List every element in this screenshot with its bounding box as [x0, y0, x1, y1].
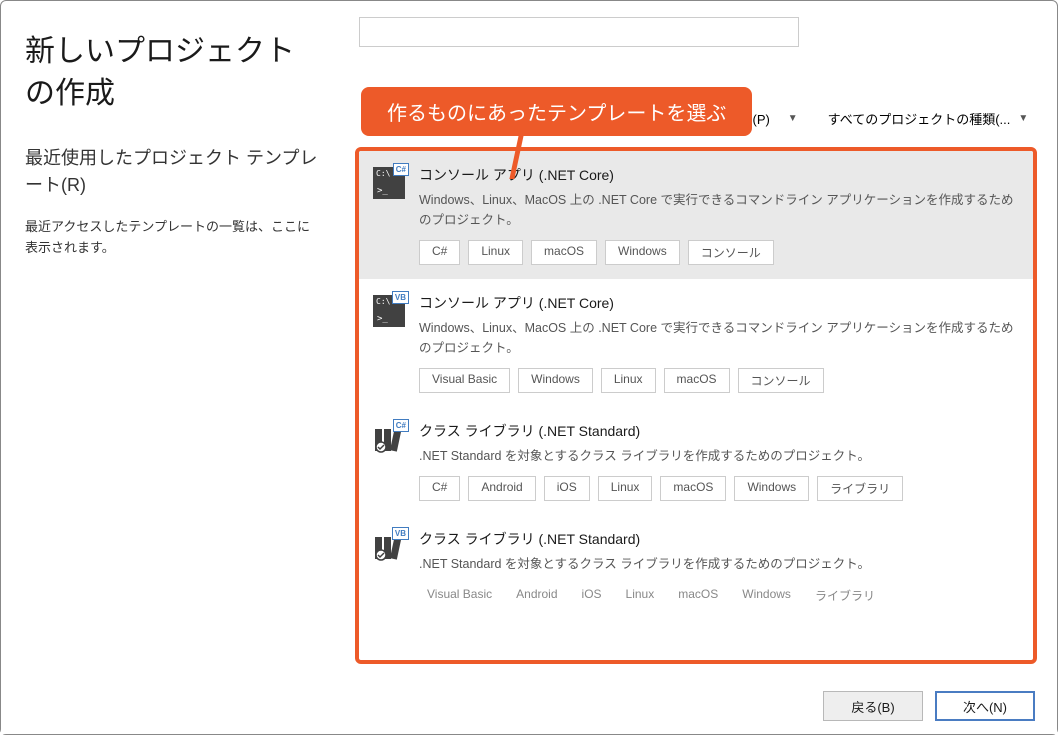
template-tag: C# — [419, 476, 460, 501]
template-tags: Visual Basic Android iOS Linux macOS Windows ラ… — [419, 584, 1015, 607]
back-button[interactable]: 戻る(B) — [823, 691, 923, 721]
template-tag: Windows — [518, 368, 593, 393]
next-button[interactable]: 次へ(N) — [935, 691, 1035, 721]
template-tag: Visual Basic — [419, 368, 510, 393]
template-item[interactable]: C# コンソール アプリ (.NET Core) Windows、Linux、Mac… — [359, 151, 1033, 279]
annotation-highlight-box: C# コンソール アプリ (.NET Core) Windows、Linux、Mac… — [355, 147, 1037, 664]
template-tag: macOS — [664, 368, 730, 393]
language-badge: VB — [392, 291, 409, 304]
template-item[interactable]: VB コンソール アプリ (.NET Core) Windows、Linux、Mac… — [359, 279, 1033, 407]
template-description: Windows、Linux、MacOS 上の .NET Core で実行できるコ… — [419, 190, 1015, 230]
template-list[interactable]: C# コンソール アプリ (.NET Core) Windows、Linux、Mac… — [359, 151, 1033, 660]
template-tag: Windows — [605, 240, 680, 265]
template-tag: iOS — [544, 476, 590, 501]
template-tag: C# — [419, 240, 460, 265]
console-app-icon: VB — [373, 295, 405, 327]
template-item[interactable]: C# クラス ライブラリ (.NET Standard) .NET Standard… — [359, 407, 1033, 515]
template-tag: Android — [468, 476, 535, 501]
template-tag: ライブラリ — [817, 476, 903, 501]
template-title: コンソール アプリ (.NET Core) — [419, 293, 1015, 313]
recent-templates-heading: 最近使用したプロジェクト テンプレート(R) — [25, 145, 321, 199]
project-type-filter-dropdown[interactable]: すべてのプロジェクトの種類(... ▼ — [818, 103, 1037, 133]
template-description: Windows、Linux、MacOS 上の .NET Core で実行できるコ… — [419, 318, 1015, 358]
template-body: クラス ライブラリ (.NET Standard) .NET Standard を… — [419, 421, 1015, 501]
template-title: コンソール アプリ (.NET Core) — [419, 165, 1015, 185]
chevron-down-icon: ▼ — [788, 113, 798, 124]
template-tag: macOS — [660, 476, 726, 501]
recent-templates-empty-text: 最近アクセスしたテンプレートの一覧は、ここに表示されます。 — [25, 217, 321, 259]
template-tag: コンソール — [738, 368, 824, 393]
template-title: クラス ライブラリ (.NET Standard) — [419, 421, 1015, 441]
template-tag: ライブラリ — [807, 584, 883, 607]
template-tag: Android — [508, 584, 565, 607]
template-tag: Windows — [734, 584, 799, 607]
template-tag: Linux — [618, 584, 663, 607]
chevron-down-icon: ▼ — [1018, 113, 1028, 124]
template-tag: Linux — [601, 368, 656, 393]
template-search-input[interactable] — [359, 17, 799, 47]
template-body: クラス ライブラリ (.NET Standard) .NET Standard を… — [419, 529, 1015, 607]
template-tag: Visual Basic — [419, 584, 500, 607]
dialog-footer: 戻る(B) 次へ(N) — [1, 678, 1057, 734]
template-body: コンソール アプリ (.NET Core) Windows、Linux、MacOS… — [419, 165, 1015, 265]
template-title: クラス ライブラリ (.NET Standard) — [419, 529, 1015, 549]
template-description: .NET Standard を対象とするクラス ライブラリを作成するためのプロジ… — [419, 554, 1015, 574]
template-tags: C# Android iOS Linux macOS Windows ライブラリ — [419, 476, 1015, 501]
template-tag: Linux — [598, 476, 653, 501]
template-tags: Visual Basic Windows Linux macOS コンソール — [419, 368, 1015, 393]
template-tag: macOS — [531, 240, 597, 265]
template-body: コンソール アプリ (.NET Core) Windows、Linux、MacOS… — [419, 293, 1015, 393]
left-panel: 新しいプロジェクトの作成 最近使用したプロジェクト テンプレート(R) 最近アク… — [1, 1, 341, 734]
language-badge: VB — [392, 527, 409, 540]
class-library-icon: VB — [373, 531, 405, 563]
template-tag: iOS — [574, 584, 610, 607]
project-type-filter-label: すべてのプロジェクトの種類(... — [828, 109, 1011, 128]
language-badge: C# — [393, 163, 409, 176]
language-badge: C# — [393, 419, 409, 432]
page-title: 新しいプロジェクトの作成 — [25, 31, 321, 115]
class-library-icon: C# — [373, 423, 405, 455]
template-tag: コンソール — [688, 240, 774, 265]
template-item[interactable]: VB クラス ライブラリ (.NET Standard) .NET Standard… — [359, 515, 1033, 621]
console-app-icon: C# — [373, 167, 405, 199]
annotation-callout: 作るものにあったテンプレートを選ぶ — [361, 87, 752, 136]
template-tags: C# Linux macOS Windows コンソール — [419, 240, 1015, 265]
template-description: .NET Standard を対象とするクラス ライブラリを作成するためのプロジ… — [419, 446, 1015, 466]
template-tag: macOS — [670, 584, 726, 607]
template-tag: Linux — [468, 240, 523, 265]
template-tag: Windows — [734, 476, 809, 501]
